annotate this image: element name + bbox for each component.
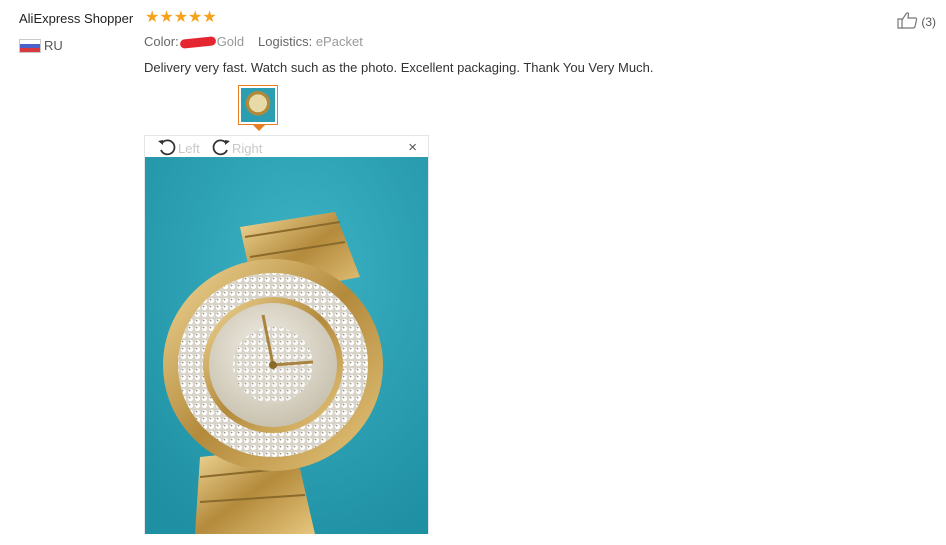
thumbnail-caret [252,124,266,131]
rotate-right-label: Right [232,141,263,156]
close-icon[interactable]: × [408,139,417,156]
star-icon: ★ [145,9,160,26]
color-label: Color: [144,34,179,49]
review-photo [145,157,428,534]
watch-photo-illustration [145,157,428,534]
thumbnail-image [241,88,275,122]
helpful-button[interactable]: (3) [896,11,936,32]
rating-stars: ★ ★ ★ ★ ★ [145,10,217,26]
logistics-value: ePacket [315,34,363,49]
order-color: Color: Gold [144,34,244,49]
star-icon: ★ [188,9,203,26]
redaction-mark [179,36,217,49]
star-icon: ★ [202,9,217,26]
star-icon: ★ [159,9,174,26]
star-icon: ★ [173,9,189,26]
thumbs-up-icon[interactable] [896,11,918,32]
viewer-toolbar: Left Right × [145,136,428,157]
rotate-left-label: Left [178,141,200,156]
logistics-label: Logistics: [258,34,313,49]
helpful-count: (3) [921,14,936,29]
reviewer-country: RU [44,38,63,53]
review-text: Delivery very fast. Watch such as the ph… [144,60,654,75]
photo-viewer: Left Right × [144,135,429,534]
russia-flag-icon [19,39,41,53]
color-value: Gold [216,34,245,49]
reviewer-name: AliExpress Shopper [19,11,134,26]
review-photo-thumbnail[interactable] [238,85,278,125]
order-logistics: Logistics: ePacket [258,34,363,49]
